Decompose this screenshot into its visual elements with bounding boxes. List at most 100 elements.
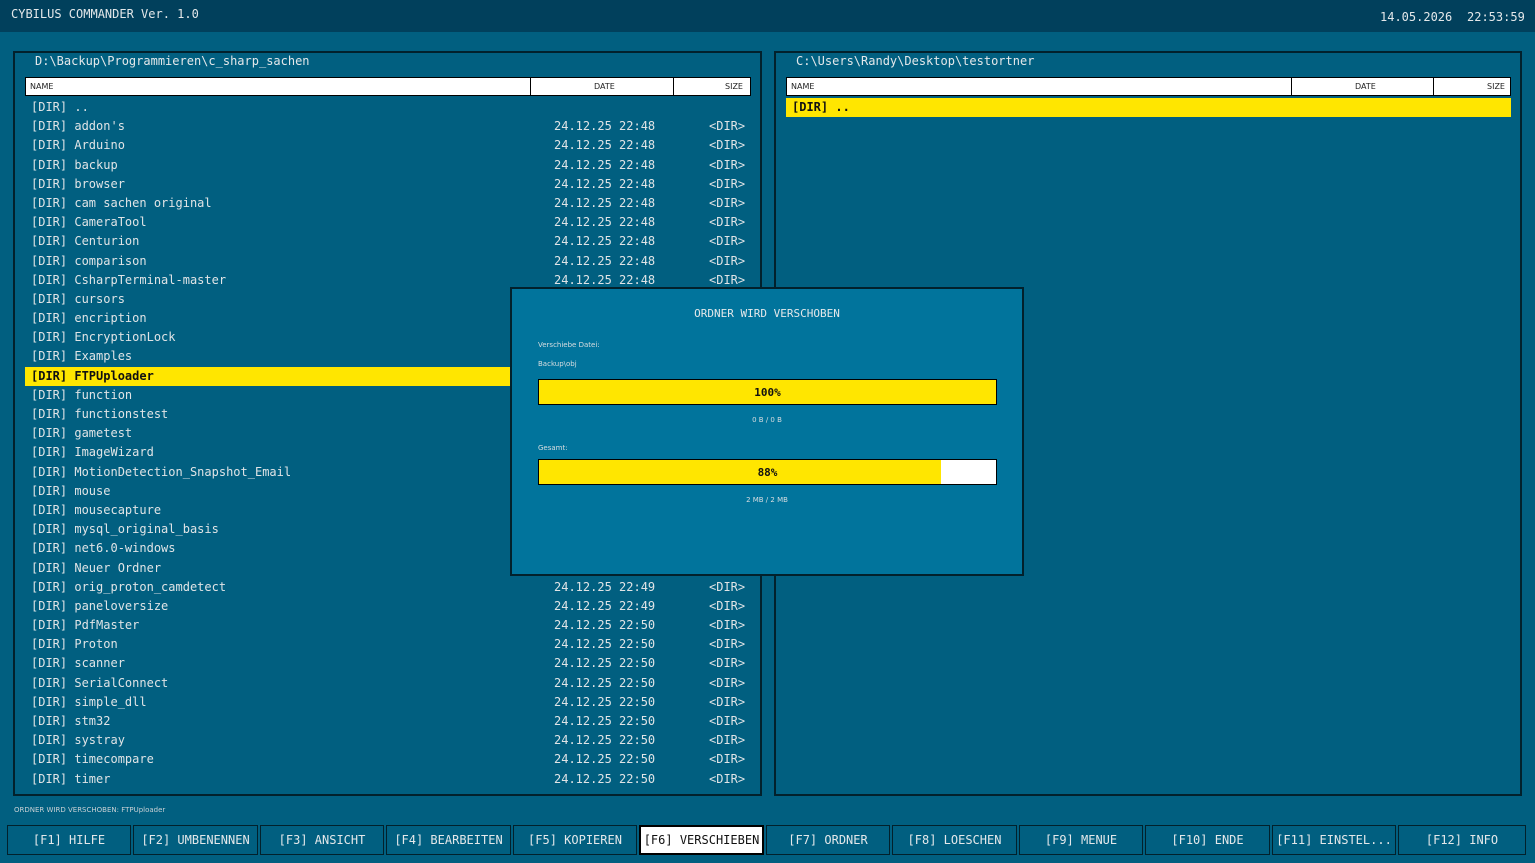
file-date: 24.12.25 22:48 (554, 138, 656, 153)
function-key-9[interactable]: [F9] MENUE (1019, 825, 1143, 855)
file-date: 24.12.25 22:50 (554, 733, 656, 748)
file-row[interactable]: [DIR] Centurion 24.12.25 22:48 <DIR> (25, 232, 751, 251)
file-row[interactable]: [DIR] .. (25, 98, 751, 117)
file-size: <DIR> (709, 157, 746, 172)
file-name: [DIR] gametest (31, 426, 133, 441)
file-date: 24.12.25 22:48 (554, 195, 656, 210)
file-name: [DIR] SerialConnect (31, 675, 169, 690)
file-name: [DIR] functionstest (31, 407, 169, 421)
file-date: 24.12.25 22:49 (554, 579, 656, 594)
right-column-header: NAME DATE SIZE (786, 77, 1511, 96)
column-divider (1433, 78, 1434, 95)
file-date: 24.12.25 22:50 (554, 675, 656, 690)
function-key-3[interactable]: [F3] ANSICHT (260, 825, 384, 855)
file-name: [DIR] .. (31, 100, 89, 114)
right-file-list[interactable]: [DIR] .. (786, 98, 1511, 118)
file-row[interactable]: [DIR] SerialConnect 24.12.25 22:50 <DIR> (25, 674, 751, 693)
file-name: [DIR] paneloversize (31, 598, 169, 613)
file-date: 24.12.25 22:49 (554, 598, 656, 613)
file-row[interactable]: [DIR] timer 24.12.25 22:50 <DIR> (25, 770, 751, 789)
column-divider (530, 78, 531, 95)
column-name-header[interactable]: NAME (791, 82, 814, 91)
file-row[interactable]: [DIR] stm32 24.12.25 22:50 <DIR> (25, 712, 751, 731)
total-label: Gesamt: (538, 444, 568, 452)
file-name: [DIR] EncryptionLock (31, 330, 176, 345)
file-name: [DIR] stm32 (31, 714, 111, 728)
file-date: 24.12.25 22:50 (554, 771, 656, 786)
file-size: <DIR> (709, 694, 746, 709)
title-bar: CYBILUS COMMANDER Ver. 1.0 14.05.2026 22… (0, 0, 1535, 32)
function-key-12[interactable]: [F12] INFO (1398, 825, 1526, 855)
file-name: [DIR] cam sachen original (31, 195, 212, 210)
file-row[interactable]: [DIR] addon's 24.12.25 22:48 <DIR> (25, 117, 751, 136)
file-progress-bar: 100% (538, 379, 997, 405)
function-key-10[interactable]: [F10] ENDE (1145, 825, 1270, 855)
file-row[interactable]: [DIR] systray 24.12.25 22:50 <DIR> (25, 731, 751, 750)
file-name: [DIR] mouse (31, 483, 111, 498)
right-panel-path: C:\Users\Randy\Desktop\testortner (796, 54, 1035, 68)
file-size: <DIR> (709, 771, 746, 786)
file-row[interactable]: [DIR] CameraTool 24.12.25 22:48 <DIR> (25, 213, 751, 232)
file-name: [DIR] simple_dll (31, 694, 147, 709)
file-date: 24.12.25 22:48 (554, 234, 656, 249)
move-progress-dialog: ORDNER WIRD VERSCHOBEN Verschiebe Datei:… (510, 287, 1024, 576)
file-date: 24.12.25 22:48 (554, 253, 656, 268)
file-name: [DIR] backup (31, 157, 118, 172)
file-row[interactable]: [DIR] scanner 24.12.25 22:50 <DIR> (25, 654, 751, 673)
file-row[interactable]: [DIR] PdfMaster 24.12.25 22:50 <DIR> (25, 616, 751, 635)
file-name: [DIR] orig_proton_camdetect (31, 579, 227, 594)
file-name: [DIR] timecompare (31, 752, 154, 767)
file-size: <DIR> (709, 618, 746, 633)
column-divider (1291, 78, 1292, 95)
file-row[interactable]: [DIR] .. (786, 98, 1511, 118)
file-size: <DIR> (709, 253, 746, 268)
file-row[interactable]: [DIR] orig_proton_camdetect 24.12.25 22:4… (25, 578, 751, 597)
function-key-4[interactable]: [F4] BEARBEITEN (386, 825, 511, 855)
file-size: <DIR> (709, 714, 746, 728)
file-name: [DIR] Arduino (31, 138, 125, 153)
file-name: [DIR] browser (31, 176, 125, 191)
status-line: ORDNER WIRD VERSCHOBEN: FTPUploader (14, 806, 166, 814)
file-size: <DIR> (709, 215, 746, 230)
file-progress-percent: 100% (754, 386, 781, 399)
file-row[interactable]: [DIR] Arduino 24.12.25 22:48 <DIR> (25, 136, 751, 155)
file-name: [DIR] scanner (31, 656, 125, 671)
column-name-header[interactable]: NAME (30, 82, 53, 91)
column-date-header[interactable]: DATE (1355, 82, 1376, 91)
file-name: [DIR] Proton (31, 637, 118, 652)
file-date: 24.12.25 22:48 (554, 157, 656, 172)
file-name: [DIR] MotionDetection_Snapshot_Email (31, 464, 292, 479)
function-key-7[interactable]: [F7] ORDNER (766, 825, 890, 855)
file-row[interactable]: [DIR] Proton 24.12.25 22:50 <DIR> (25, 635, 751, 654)
file-name: [DIR] encription (31, 311, 147, 326)
file-name: [DIR] FTPUploader (31, 368, 154, 383)
file-row[interactable]: [DIR] paneloversize 24.12.25 22:49 <DIR> (25, 597, 751, 616)
file-row[interactable]: [DIR] comparison 24.12.25 22:48 <DIR> (25, 252, 751, 271)
file-row[interactable]: [DIR] cam sachen original 24.12.25 22:48 <… (25, 194, 751, 213)
current-file-label: Verschiebe Datei: (538, 341, 600, 349)
function-key-2[interactable]: [F2] UMBENENNEN (133, 825, 258, 855)
column-date-header[interactable]: DATE (594, 82, 615, 91)
file-name: [DIR] function (31, 387, 133, 402)
file-name: [DIR] PdfMaster (31, 618, 140, 633)
file-date: 24.12.25 22:50 (554, 637, 656, 652)
file-date: 24.12.25 22:50 (554, 714, 656, 728)
file-name: [DIR] CsharpTerminal-master (31, 272, 227, 287)
total-progress-detail: 2 MB / 2 MB (746, 496, 788, 504)
function-key-6[interactable]: [F6] VERSCHIEBEN (639, 825, 764, 855)
column-size-header[interactable]: SIZE (725, 82, 743, 91)
function-key-8[interactable]: [F8] LOESCHEN (892, 825, 1017, 855)
file-date: 24.12.25 22:50 (554, 752, 656, 767)
file-row[interactable]: [DIR] timecompare 24.12.25 22:50 <DIR> (25, 750, 751, 769)
file-row[interactable]: [DIR] simple_dll 24.12.25 22:50 <DIR> (25, 693, 751, 712)
file-date: 24.12.25 22:48 (554, 176, 656, 191)
left-panel-path: D:\Backup\Programmieren\c_sharp_sachen (35, 54, 310, 68)
file-row[interactable]: [DIR] backup 24.12.25 22:48 <DIR> (25, 156, 751, 175)
file-name: [DIR] Neuer Ordner (31, 560, 162, 575)
column-size-header[interactable]: SIZE (1487, 82, 1505, 91)
file-name: [DIR] mousecapture (31, 502, 162, 517)
function-key-11[interactable]: [F11] EINSTEL... (1272, 825, 1396, 855)
file-row[interactable]: [DIR] browser 24.12.25 22:48 <DIR> (25, 175, 751, 194)
function-key-5[interactable]: [F5] KOPIEREN (513, 825, 637, 855)
function-key-1[interactable]: [F1] HILFE (7, 825, 131, 855)
